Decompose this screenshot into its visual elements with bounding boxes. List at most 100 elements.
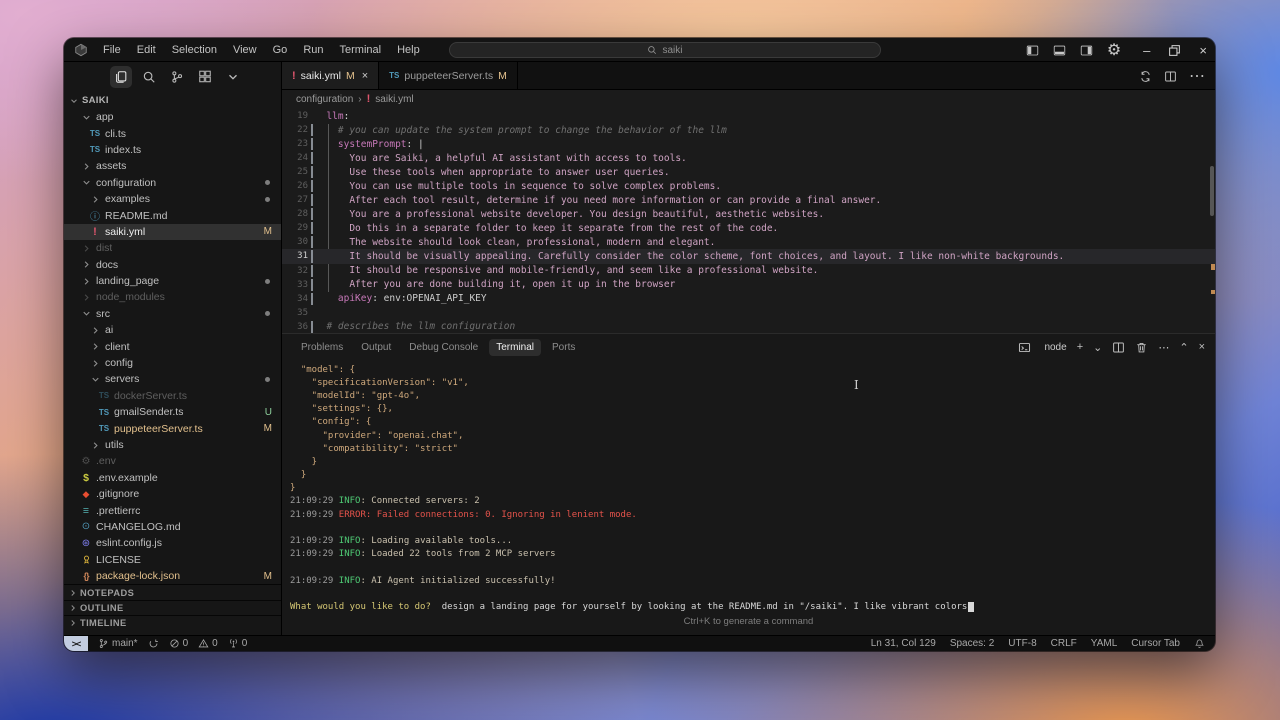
editor-line-32[interactable]: 32 It should be responsive and mobile-fr… [282,264,1215,278]
panel-tab-ports[interactable]: Ports [545,339,582,356]
status-tower[interactable]: 0 [228,638,248,649]
sidebar-section-timeline[interactable]: TIMELINE [64,615,281,630]
status-sync[interactable] [148,638,159,649]
explorer-item-assets[interactable]: assets [64,158,281,174]
explorer-item-changelog-md[interactable]: ⊙CHANGELOG.md [64,519,281,535]
sidebar-section-notepads[interactable]: NOTEPADS [64,584,281,599]
activity-chevron-down[interactable] [222,66,244,88]
menu-selection[interactable]: Selection [165,42,224,58]
toggle-secondary-sidebar-icon[interactable] [1080,44,1093,57]
explorer-item-servers[interactable]: servers [64,371,281,387]
explorer-item-prettierrc[interactable]: ≡.prettierrc [64,502,281,518]
explorer-item-env-example[interactable]: $.env.example [64,470,281,486]
explorer-item-puppeteerserver-ts[interactable]: TSpuppeteerServer.tsM [64,420,281,436]
explorer-item-docs[interactable]: docs [64,257,281,273]
editor-line-27[interactable]: 27 After each tool result, determine if … [282,193,1215,207]
explorer-item-node-modules[interactable]: node_modules [64,289,281,305]
new-terminal-icon[interactable]: + [1077,341,1083,353]
toggle-sidebar-icon[interactable] [1026,44,1039,57]
explorer-item-license[interactable]: LICENSE [64,552,281,568]
explorer-item-readme-md[interactable]: ⓘREADME.md [64,207,281,223]
editor-tab-puppeteerserver-ts[interactable]: TSpuppeteerServer.tsM [379,62,518,89]
menu-help[interactable]: Help [390,42,427,58]
editor-line-31[interactable]: 31 It should be visually appealing. Care… [282,249,1215,263]
window-close-button[interactable]: × [1199,43,1207,58]
explorer-item-dockerserver-ts[interactable]: TSdockerServer.ts [64,388,281,404]
toggle-panel-icon[interactable] [1053,44,1066,57]
editor-line-19[interactable]: 19 llm: [282,109,1215,123]
editor-line-22[interactable]: 22 # you can update the system prompt to… [282,123,1215,137]
code-editor[interactable]: 19 llm:22 # you can update the system pr… [282,108,1215,333]
panel-maximize-icon[interactable]: ⌃ [1179,341,1188,354]
explorer-item-cli-ts[interactable]: TScli.ts [64,125,281,141]
menu-file[interactable]: File [96,42,128,58]
explorer-item-client[interactable]: client [64,338,281,354]
menu-view[interactable]: View [226,42,264,58]
explorer-item-configuration[interactable]: configuration [64,175,281,191]
explorer-item-index-ts[interactable]: TSindex.ts [64,142,281,158]
explorer-item-gmailsender-ts[interactable]: TSgmailSender.tsU [64,404,281,420]
editor-line-33[interactable]: 33 After you are done building it, open … [282,278,1215,292]
editor-line-36[interactable]: 36 # describes the llm configuration [282,320,1215,333]
editor-line-34[interactable]: 34 apiKey: env:OPENAI_API_KEY [282,292,1215,306]
explorer-item-landing-page[interactable]: landing_page [64,273,281,289]
explorer-root[interactable]: SAIKI [64,92,281,109]
split-icon[interactable] [1112,341,1125,354]
activity-extensions[interactable] [194,66,216,88]
status-error[interactable]: 0 [169,638,189,649]
explorer-item-gitignore[interactable]: ◆.gitignore [64,486,281,502]
explorer-item-eslint-config-js[interactable]: ⊛eslint.config.js [64,535,281,551]
shell-label[interactable]: node [1044,342,1066,353]
explorer-item-app[interactable]: app [64,109,281,125]
editor-line-35[interactable]: 35 [282,306,1215,320]
activity-search[interactable] [138,66,160,88]
split-editor-icon[interactable] [1164,70,1177,83]
tab-close-icon[interactable]: × [362,70,368,82]
sidebar-section-outline[interactable]: OUTLINE [64,600,281,615]
menu-run[interactable]: Run [296,42,330,58]
command-center-search[interactable]: saiki [449,42,881,58]
explorer-item-env[interactable]: ⚙.env [64,453,281,469]
editor-line-30[interactable]: 30 The website should look clean, profes… [282,235,1215,249]
activity-files[interactable] [110,66,132,88]
panel-more-icon[interactable]: ⋯ [1158,341,1169,354]
terminal[interactable]: I "model": { "specificationVersion": "v1… [282,360,1215,613]
status-utf-8[interactable]: UTF-8 [1008,638,1036,649]
breadcrumb-folder[interactable]: configuration [296,94,353,105]
explorer-item-ai[interactable]: ai [64,322,281,338]
editor-line-26[interactable]: 26 You can use multiple tools in sequenc… [282,179,1215,193]
status-yaml[interactable]: YAML [1091,638,1118,649]
editor-line-23[interactable]: 23 systemPrompt: | [282,137,1215,151]
editor-line-25[interactable]: 25 Use these tools when appropriate to a… [282,165,1215,179]
menu-go[interactable]: Go [266,42,295,58]
panel-tab-output[interactable]: Output [354,339,398,356]
window-minimize-button[interactable]: – [1143,43,1150,58]
explorer-item-utils[interactable]: utils [64,437,281,453]
panel-tab-problems[interactable]: Problems [294,339,350,356]
status-bell[interactable] [1194,638,1205,649]
editor-line-29[interactable]: 29 Do this in a separate folder to keep … [282,221,1215,235]
panel-close-icon[interactable]: × [1199,341,1205,353]
explorer-item-src[interactable]: src [64,306,281,322]
explorer-item-examples[interactable]: examples [64,191,281,207]
explorer-item-package-lock-json[interactable]: {}package-lock.jsonM [64,568,281,584]
explorer-item-saiki-yml[interactable]: !saiki.ymlM [64,224,281,240]
editor-line-24[interactable]: 24 You are Saiki, a helpful AI assistant… [282,151,1215,165]
settings-gear-icon[interactable]: ⚙ [1107,40,1121,60]
status-warning[interactable]: 0 [198,638,218,649]
menu-edit[interactable]: Edit [130,42,163,58]
compare-changes-icon[interactable] [1139,70,1152,83]
new-terminal-dropdown-icon[interactable]: ⌄ [1093,341,1102,354]
more-actions-icon[interactable]: ⋯ [1189,66,1205,86]
explorer-item-config[interactable]: config [64,355,281,371]
remote-indicator[interactable]: >< [64,636,88,652]
explorer-item-dist[interactable]: dist [64,240,281,256]
panel-tab-terminal[interactable]: Terminal [489,339,541,356]
editor-tab-saiki-yml[interactable]: !saiki.ymlM× [282,62,379,89]
status-cursor-tab[interactable]: Cursor Tab [1131,638,1180,649]
panel-tab-debug-console[interactable]: Debug Console [402,339,485,356]
status-branch[interactable]: main* [98,638,138,649]
trash-icon[interactable] [1135,341,1148,354]
status-ln-31-col-129[interactable]: Ln 31, Col 129 [871,638,936,649]
menu-terminal[interactable]: Terminal [333,42,389,58]
